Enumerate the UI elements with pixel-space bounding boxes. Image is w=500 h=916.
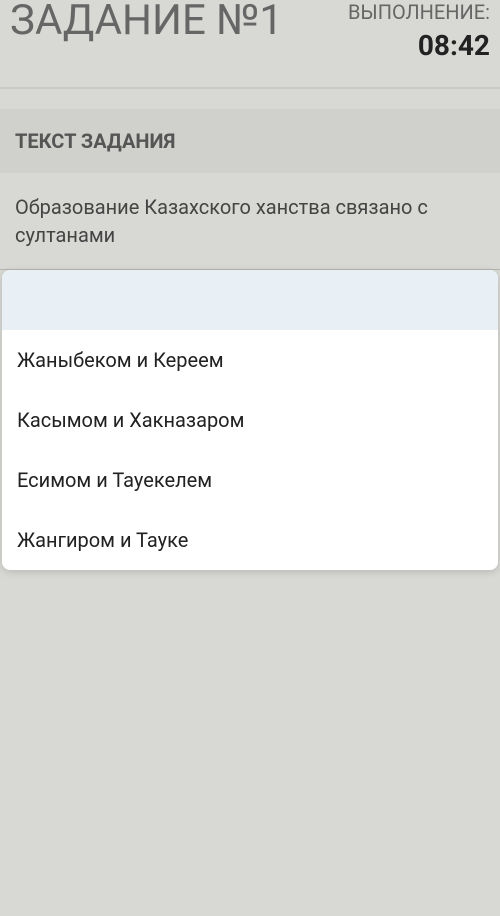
timer: 08:42 <box>348 29 490 62</box>
options-card: Жаныбеком и Кереем Касымом и Хакназаром … <box>2 270 498 570</box>
task-title: ЗАДАНИЕ №1 <box>10 0 283 42</box>
question-text: Образование Казахского ханства связано с… <box>15 193 485 249</box>
section-title: ТЕКСТ ЗАДАНИЯ <box>15 129 485 153</box>
option-item-3[interactable]: Есимом и Тауекелем <box>2 450 498 510</box>
execution-label: ВЫПОЛНЕНИЕ: <box>348 0 490 24</box>
header: ЗАДАНИЕ №1 ВЫПОЛНЕНИЕ: 08:42 <box>0 0 500 77</box>
question-block: Образование Казахского ханства связано с… <box>0 173 500 270</box>
option-item-4[interactable]: Жангиром и Тауке <box>2 510 498 570</box>
divider <box>0 87 500 89</box>
option-item-1[interactable]: Жаныбеком и Кереем <box>2 330 498 390</box>
section-header: ТЕКСТ ЗАДАНИЯ <box>0 109 500 173</box>
option-item-2[interactable]: Касымом и Хакназаром <box>2 390 498 450</box>
options-header <box>2 270 498 330</box>
header-right: ВЫПОЛНЕНИЕ: 08:42 <box>348 0 490 62</box>
